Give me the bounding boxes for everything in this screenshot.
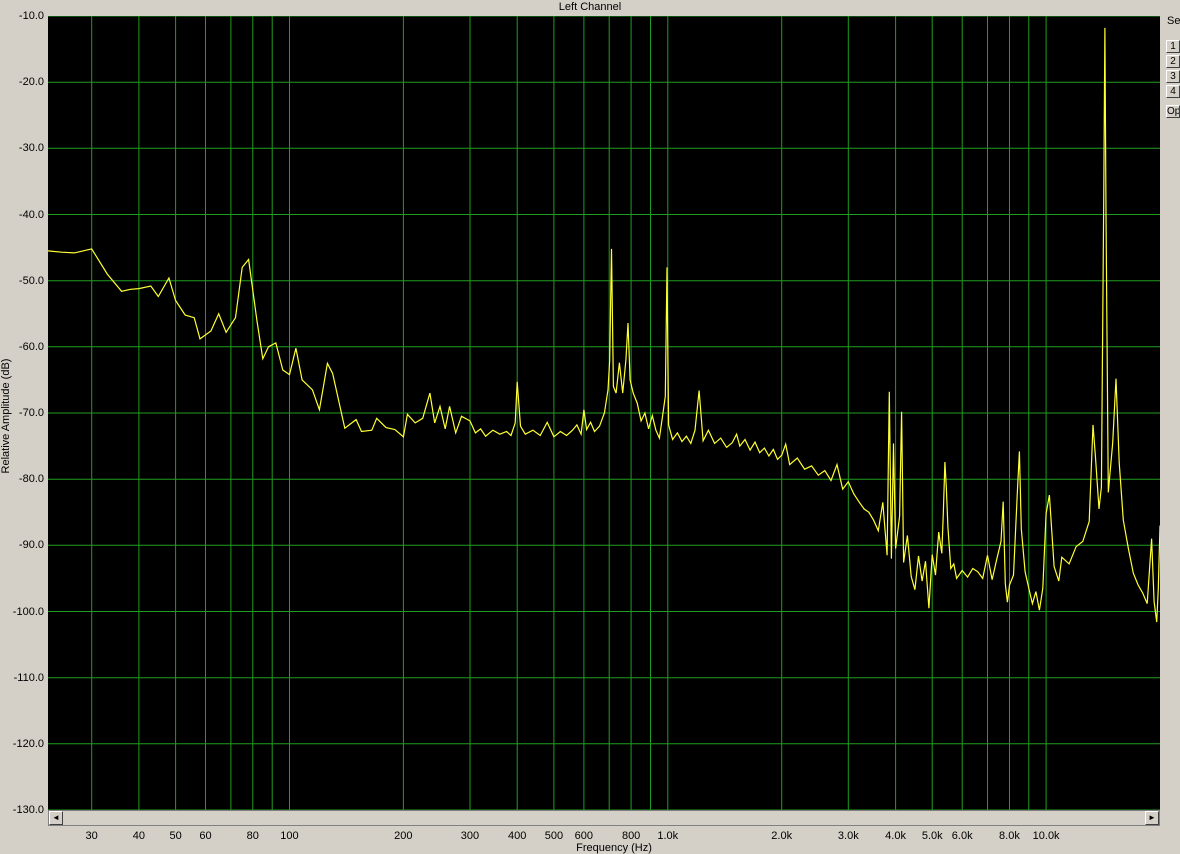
x-tick-label: 2.0k — [771, 830, 793, 842]
set-label: Set — [1167, 15, 1180, 27]
y-tick-label: -120.0 — [12, 737, 44, 750]
spectrum-chart — [48, 16, 1160, 810]
x-tick-label: 80 — [246, 830, 259, 842]
x-tick-label: 5.0k — [921, 830, 943, 842]
x-tick-label: 10.0k — [1032, 830, 1060, 842]
y-tick-label: -130.0 — [12, 804, 44, 816]
x-tick-label: 800 — [621, 830, 641, 842]
x-tick-label: 500 — [544, 830, 564, 842]
y-tick-label: -10.0 — [18, 10, 44, 22]
spectrum-plot — [48, 16, 1160, 810]
x-tick-label: 60 — [199, 830, 212, 842]
options-button[interactable]: Op — [1166, 105, 1180, 118]
horizontal-scrollbar[interactable]: ◄ ► — [48, 810, 1160, 826]
set-button-1[interactable]: 1 — [1166, 40, 1180, 53]
y-tick-label: -40.0 — [18, 208, 44, 221]
x-tick-label: 300 — [460, 830, 480, 842]
y-axis-label: Relative Amplitude (dB) — [0, 358, 12, 474]
x-tick-label: 1.0k — [657, 830, 679, 842]
x-tick-label: 50 — [169, 830, 182, 842]
scroll-left-arrow-icon[interactable]: ◄ — [49, 811, 63, 825]
y-tick-label: -100.0 — [12, 605, 44, 618]
x-tick-label: 4.0k — [885, 830, 906, 842]
x-tick-label: 6.0k — [951, 830, 973, 842]
set-button-4[interactable]: 4 — [1166, 85, 1180, 98]
y-tick-label: -50.0 — [18, 274, 44, 287]
y-tick-label: -90.0 — [18, 539, 44, 552]
x-tick-label: 8.0k — [999, 830, 1020, 842]
x-tick-label: 600 — [574, 830, 594, 842]
x-tick-label: 100 — [280, 830, 299, 842]
y-tick-label: -60.0 — [18, 340, 44, 353]
x-tick-label: 30 — [85, 830, 98, 842]
y-tick-label: -30.0 — [18, 142, 44, 155]
spectrum-trace-1 — [48, 27, 1160, 623]
x-tick-label: 400 — [508, 830, 527, 842]
window-title: Left Channel — [558, 1, 622, 13]
scroll-right-arrow-icon[interactable]: ► — [1145, 811, 1159, 825]
x-tick-label: 40 — [132, 830, 146, 842]
x-tick-label: 200 — [394, 830, 413, 842]
x-axis-label: Frequency (Hz) — [576, 842, 652, 854]
x-tick-label: 3.0k — [837, 830, 859, 842]
y-tick-label: -110.0 — [13, 671, 44, 684]
y-tick-label: -20.0 — [18, 76, 44, 89]
set-button-3[interactable]: 3 — [1166, 70, 1180, 83]
set-button-2[interactable]: 2 — [1166, 55, 1180, 68]
